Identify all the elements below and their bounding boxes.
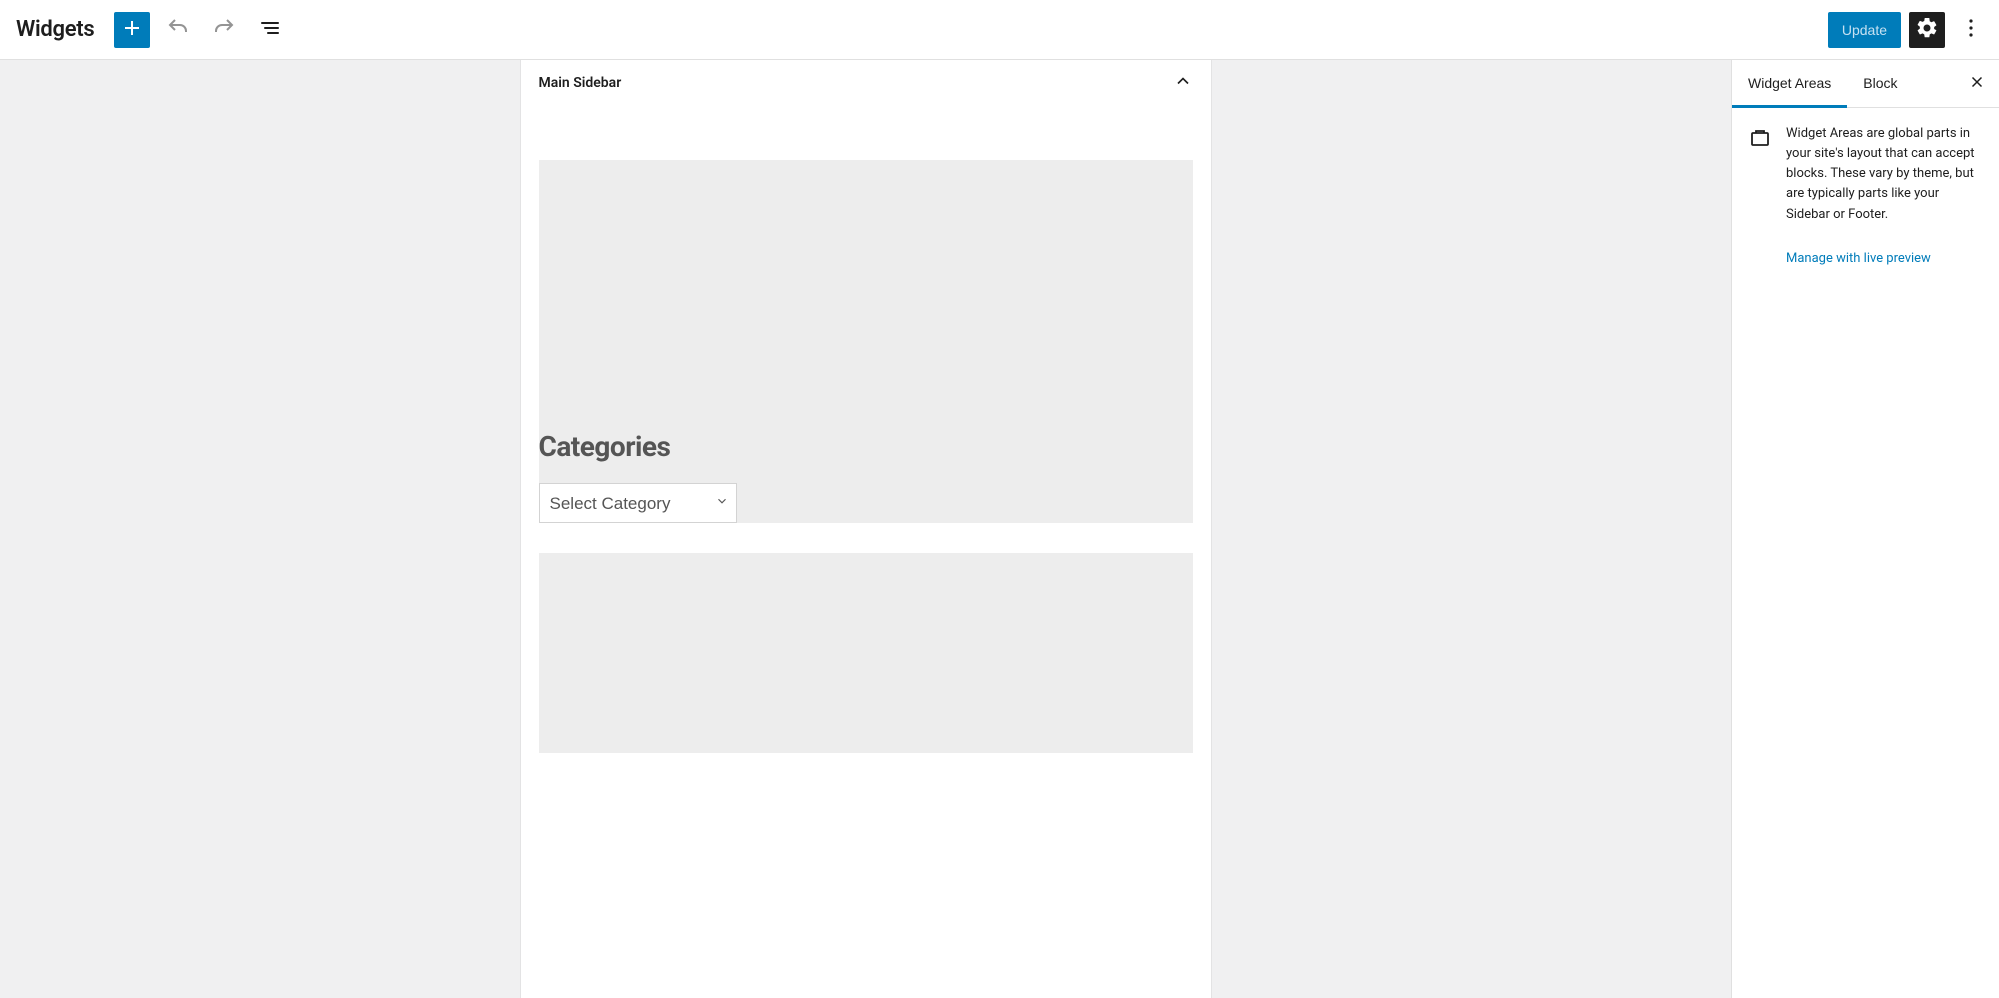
canvas-scroll[interactable]: Main Sidebar Categories Select Category	[0, 60, 1731, 998]
widget-block-placeholder-2[interactable]	[539, 553, 1193, 753]
list-view-button[interactable]	[252, 12, 288, 48]
editor-canvas: Main Sidebar Categories Select Category	[0, 60, 1731, 998]
redo-icon	[212, 16, 236, 43]
widget-areas-text-block: Widget Areas are global parts in your si…	[1786, 124, 1983, 269]
tab-block[interactable]: Block	[1847, 61, 1913, 108]
sidebar-content: Widget Areas are global parts in your si…	[1732, 108, 1999, 285]
gear-icon	[1915, 16, 1939, 43]
category-select[interactable]: Select Category	[539, 483, 737, 523]
widget-area-header[interactable]: Main Sidebar	[521, 60, 1211, 106]
widget-area-body: Categories Select Category	[521, 106, 1211, 771]
manage-live-preview-link[interactable]: Manage with live preview	[1786, 249, 1931, 269]
header-right-group: Update	[1828, 12, 1989, 48]
more-vertical-icon	[1959, 16, 1983, 43]
workspace: Main Sidebar Categories Select Category	[0, 60, 1999, 998]
widget-areas-info: Widget Areas are global parts in your si…	[1748, 124, 1983, 269]
widget-block-placeholder[interactable]: Categories Select Category	[539, 160, 1193, 523]
block-inserter-button[interactable]	[114, 12, 150, 48]
settings-button[interactable]	[1909, 12, 1945, 48]
widget-area-title: Main Sidebar	[539, 75, 622, 91]
chevron-up-icon	[1173, 71, 1193, 95]
list-view-icon	[258, 16, 282, 43]
editor-header: Widgets Update	[0, 0, 1999, 60]
categories-heading: Categories	[539, 430, 1193, 463]
undo-button[interactable]	[160, 12, 196, 48]
undo-icon	[166, 16, 190, 43]
header-left-group: Widgets	[16, 12, 288, 48]
redo-button[interactable]	[206, 12, 242, 48]
options-button[interactable]	[1953, 12, 1989, 48]
placeholder-spacer	[539, 160, 1193, 430]
widget-areas-description: Widget Areas are global parts in your si…	[1786, 126, 1975, 222]
widget-area-main-sidebar: Main Sidebar Categories Select Category	[521, 60, 1211, 998]
sidebar-tabs: Widget Areas Block	[1732, 60, 1999, 108]
category-select-wrapper: Select Category	[539, 483, 737, 523]
categories-widget: Categories Select Category	[539, 430, 1193, 523]
close-settings-button[interactable]	[1959, 66, 1995, 102]
tab-widget-areas[interactable]: Widget Areas	[1732, 61, 1847, 108]
close-icon	[1968, 73, 1986, 94]
widget-areas-icon	[1748, 126, 1772, 150]
plus-icon	[120, 16, 144, 43]
settings-sidebar: Widget Areas Block Widget Areas are glob…	[1731, 60, 1999, 998]
update-button[interactable]: Update	[1828, 12, 1901, 48]
page-title: Widgets	[16, 17, 94, 42]
